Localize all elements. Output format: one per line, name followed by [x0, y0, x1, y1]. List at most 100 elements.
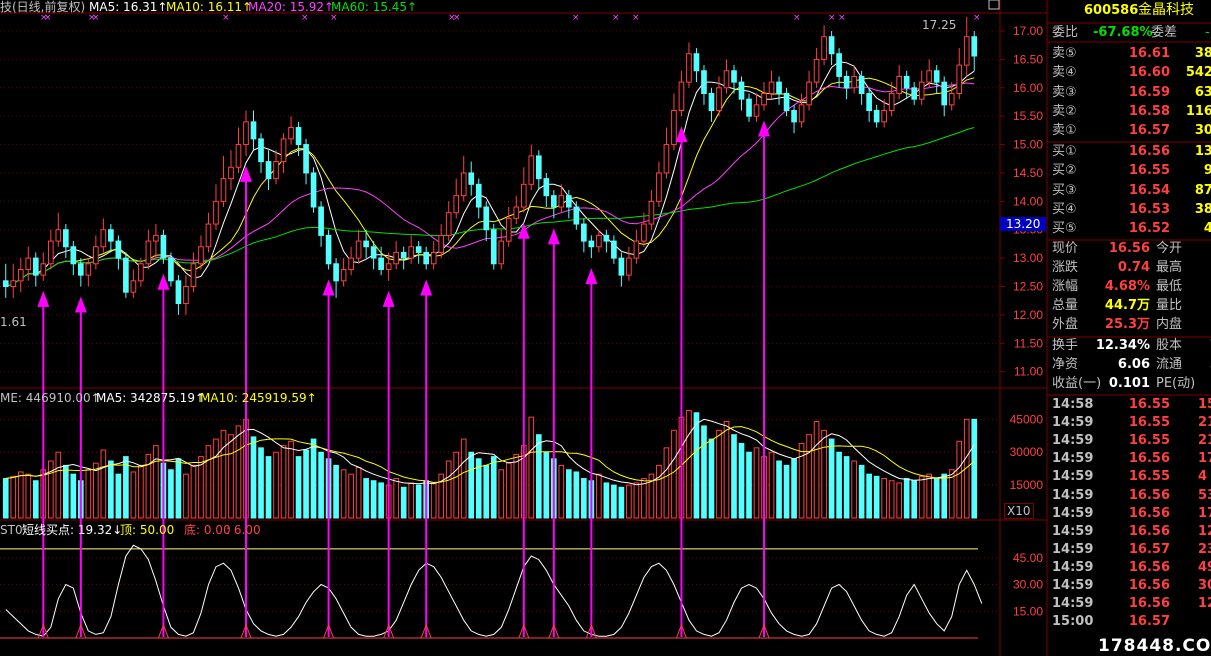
signal-marker: ×: [301, 13, 309, 23]
sell-level-row-price: 16.60: [1128, 65, 1170, 81]
volume-bar: [783, 464, 790, 519]
volume-bar: [10, 475, 17, 519]
volume-bar: [17, 471, 24, 519]
volume-bar: [618, 486, 625, 519]
candle-body: [393, 251, 399, 265]
volume-bar: [258, 447, 264, 519]
buy-level-row-price: 16.52: [1128, 221, 1170, 237]
volume-bar: [926, 473, 933, 519]
buy-level-row-label: 买③: [1052, 182, 1077, 198]
quote-stat-r: 流通: [1156, 357, 1183, 372]
volume-bar: [340, 469, 347, 519]
indicator-name: ST0: [0, 523, 23, 537]
quote-stat-r: PE(动): [1156, 376, 1196, 391]
volume-bar: [47, 460, 54, 519]
volume-bar: [138, 464, 144, 519]
cursor-price-badge: 13.20: [1000, 217, 1047, 231]
volume-bar: [153, 445, 159, 519]
buy-level-row-label: 买①: [1052, 144, 1077, 159]
candle-body: [258, 138, 264, 163]
candle-body: [280, 138, 287, 163]
quote-stat-v: 12.34%: [1095, 338, 1150, 353]
volume-bar: [603, 482, 610, 519]
candle-body: [648, 200, 655, 225]
candle-body: [70, 246, 77, 265]
quote-stat-r: 股本: [1156, 338, 1183, 353]
buy-arrow-head: [37, 290, 50, 307]
candle-body: [183, 285, 189, 305]
candle-body: [761, 92, 767, 106]
tick-v: 17: [1198, 505, 1211, 521]
volume-bar: [791, 458, 797, 519]
volume-bar: [93, 462, 99, 519]
volume-bar: [933, 478, 940, 519]
candle-body: [918, 81, 925, 100]
tick-v: 21: [1198, 415, 1211, 431]
volume-bar: [32, 480, 39, 519]
volume-bar: [535, 434, 542, 519]
candle-body: [408, 246, 414, 259]
sell-level-row-vol: 634: [1194, 84, 1211, 100]
price-axis-label: 17.00: [1013, 24, 1043, 38]
candle-body: [295, 127, 302, 146]
candle-body: [228, 166, 234, 180]
weibi-value: -67.68%: [1093, 25, 1153, 40]
candle-body: [776, 81, 782, 94]
quote-stat-v: 6.06: [1117, 357, 1150, 372]
volume-bar: [581, 478, 587, 519]
candle-body: [25, 257, 32, 270]
tick-t: 14:59: [1052, 559, 1094, 575]
candle-body: [858, 75, 865, 94]
candle-body: [475, 183, 482, 208]
volume-bar: [821, 429, 827, 519]
high-price-label: 17.25: [922, 18, 957, 32]
price-axis-label: 15.50: [1013, 109, 1043, 123]
buy-arrow-head: [585, 268, 598, 285]
volume-bar: [701, 425, 707, 519]
volume-bar: [198, 456, 204, 519]
volume-bar: [453, 451, 460, 519]
candle-body: [708, 92, 715, 112]
candle-body: [32, 257, 39, 276]
tick-t: 14:58: [1052, 397, 1094, 412]
volume-bar: [941, 473, 948, 519]
quote-stat-v: 0.74: [1117, 260, 1150, 275]
sell-level-row-price: 16.58: [1128, 103, 1170, 119]
volume-bar: [513, 453, 520, 519]
buy-arrow-head: [157, 273, 170, 290]
volume-bar: [445, 460, 452, 519]
candle-body: [55, 229, 62, 242]
signal-marker: ×: [632, 13, 640, 23]
tick-v: 12: [1198, 523, 1211, 539]
candle-body: [168, 257, 174, 282]
signal-marker: ×: [838, 13, 846, 23]
buy-arrow-head: [547, 228, 560, 245]
candle-body: [85, 263, 92, 276]
candle-body: [641, 223, 647, 242]
candle-body: [566, 195, 572, 208]
candle-body: [385, 263, 392, 270]
tick-p: 16.55: [1128, 415, 1170, 431]
quote-stat-l: 涨幅: [1052, 279, 1079, 294]
sell-level-row-vol: 1167: [1185, 103, 1211, 119]
quote-stat-r: 今开: [1156, 241, 1183, 256]
quote-stat-r: 量比: [1156, 298, 1183, 313]
kline-chart[interactable]: 17.0016.5016.0015.5015.0014.5014.0013.50…: [0, 0, 1211, 656]
quote-stat-v: 25.3万: [1104, 317, 1150, 332]
tick-t: 14:59: [1052, 415, 1094, 431]
tick-t: 14:59: [1052, 469, 1094, 485]
candle-body: [656, 172, 662, 202]
sell-level-row-price: 16.61: [1128, 46, 1170, 61]
volume-bar: [903, 478, 910, 519]
low-price-label: 1.61: [0, 315, 27, 329]
candle-body: [250, 121, 257, 140]
signal-marker: ×: [828, 13, 836, 23]
candle-body: [933, 70, 940, 83]
signal-marker: ×: [453, 13, 461, 23]
candle-body: [333, 263, 339, 282]
candle-body: [836, 53, 842, 77]
volume-bar: [130, 471, 137, 519]
candle-body: [686, 53, 692, 83]
weicha-value: -: [1205, 25, 1210, 40]
volume-bar: [348, 473, 354, 519]
